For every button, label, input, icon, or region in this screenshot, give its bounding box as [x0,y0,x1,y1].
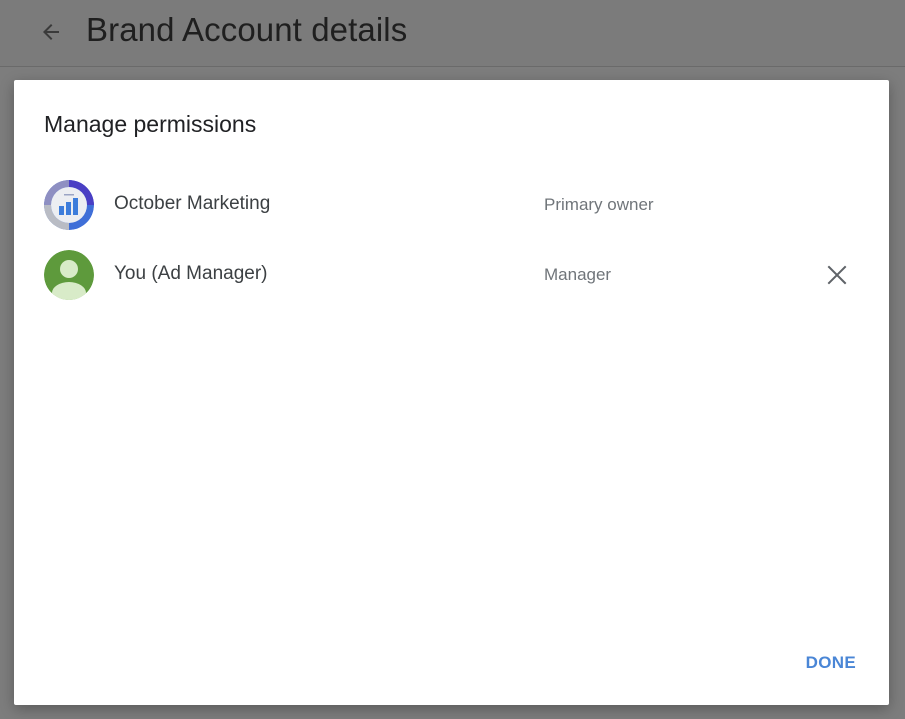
brand-avatar [44,180,94,230]
manage-permissions-dialog: Manage permissions October Marketing Pri… [14,80,889,705]
page-title: Brand Account details [86,11,408,48]
member-name: You (Ad Manager) [114,263,268,284]
user-avatar [44,250,94,300]
done-button[interactable]: DONE [782,646,856,680]
dialog-title: Manage permissions [44,111,257,137]
member-row-you: You (Ad Manager) Manager [14,249,889,301]
remove-member-button[interactable] [822,260,852,290]
back-button[interactable] [34,15,68,49]
person-avatar-icon [44,250,94,300]
arrow-left-icon [43,24,59,40]
app-header: Brand Account details [0,0,905,67]
bar-chart-logo-icon [44,180,94,230]
member-role: Primary owner [544,195,654,214]
member-role: Manager [544,265,612,284]
member-name: October Marketing [114,193,271,214]
close-icon [827,265,847,285]
member-row-october-marketing: October Marketing Primary owner [14,179,889,231]
